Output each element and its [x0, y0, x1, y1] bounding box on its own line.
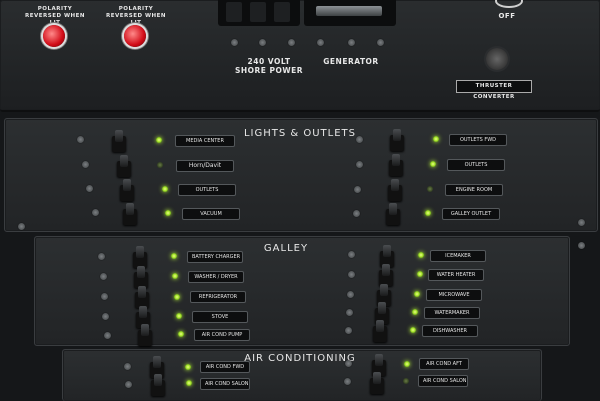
- breaker-media-center[interactable]: [112, 130, 126, 152]
- label-air-cond-pump: AIR COND PUMP: [194, 329, 250, 341]
- led-outlets: [162, 186, 168, 192]
- led-air-cond-pump: [178, 331, 184, 337]
- polarity-lamp-right: [124, 25, 146, 47]
- polarity-label-right: POLARITY REVERSED WHEN LIT: [106, 6, 166, 26]
- breaker-air-cond-salon-left[interactable]: [151, 374, 165, 396]
- led-battery-charger: [171, 253, 177, 259]
- led-watermaker: [412, 309, 418, 315]
- breaker-engine-room[interactable]: [388, 179, 402, 201]
- led-galley-outlet: [425, 210, 431, 216]
- breaker-air-cond-salon-right[interactable]: [370, 372, 384, 394]
- led-stove: [176, 313, 182, 319]
- galley-title: GALLEY: [263, 243, 309, 254]
- thruster-knob[interactable]: [486, 48, 508, 70]
- breaker-outlets-fwd[interactable]: [390, 129, 404, 151]
- label-dishwasher: DISHWASHER: [422, 325, 478, 337]
- led-air-cond-salon-left: [186, 380, 192, 386]
- led-vacuum: [165, 210, 171, 216]
- label-water-heater: WATER HEATER: [428, 269, 484, 281]
- breaker-air-cond-pump[interactable]: [138, 324, 152, 346]
- led-outlets-right: [430, 161, 436, 167]
- label-stove: STOVE: [192, 311, 248, 323]
- label-media-center: MEDIA CENTER: [175, 135, 235, 147]
- breaker-galley-outlet[interactable]: [386, 203, 400, 225]
- breaker-outlets-right[interactable]: [389, 154, 403, 176]
- led-media-center: [156, 137, 162, 143]
- label-vacuum: VACUUM: [182, 208, 240, 220]
- led-air-cond-fwd: [185, 364, 191, 370]
- label-outlets-right: OUTLETS: [447, 159, 505, 171]
- label-watermaker: WATERMAKER: [424, 307, 480, 319]
- shore-power-label: 240 VOLT SHORE POWER: [234, 57, 304, 75]
- led-microwave: [414, 291, 420, 297]
- led-washer-dryer: [172, 273, 178, 279]
- label-refrigerator: REFRIGERATOR: [190, 291, 246, 303]
- label-outlets-fwd: OUTLETS FWD: [449, 134, 507, 146]
- generator-label: GENERATOR: [323, 57, 379, 66]
- led-water-heater: [417, 271, 423, 277]
- label-air-cond-salon-right: AIR COND SALON: [418, 375, 468, 387]
- label-horn-davit: Horn/Davit: [176, 160, 234, 172]
- label-engine-room: ENGINE ROOM: [445, 184, 503, 196]
- label-air-cond-fwd: AIR COND FWD: [200, 361, 250, 373]
- thruster-label: THRUSTER CONVERTER: [456, 80, 532, 100]
- label-washer-dryer: WASHER / DRYER: [188, 271, 244, 283]
- shore-power-breakers[interactable]: [218, 0, 300, 26]
- lights-outlets-title: LIGHTS & OUTLETS: [243, 128, 357, 139]
- breaker-outlets[interactable]: [120, 179, 134, 201]
- polarity-label-left: POLARITY REVERSED WHEN LIT: [25, 6, 85, 26]
- led-refrigerator: [174, 294, 180, 300]
- label-battery-charger: BATTERY CHARGER: [187, 251, 243, 263]
- led-engine-room: [427, 186, 433, 192]
- breaker-dishwasher[interactable]: [373, 320, 387, 342]
- breaker-vacuum[interactable]: [123, 203, 137, 225]
- led-air-cond-salon-right: [403, 378, 409, 384]
- label-microwave: MICROWAVE: [426, 289, 482, 301]
- led-air-cond-aft: [404, 361, 410, 367]
- led-icemaker: [418, 252, 424, 258]
- label-galley-outlet: GALLEY OUTLET: [442, 208, 500, 220]
- label-icemaker: ICEMAKER: [430, 250, 486, 262]
- led-horn-davit: [157, 162, 163, 168]
- led-outlets-fwd: [433, 136, 439, 142]
- generator-breakers[interactable]: [304, 0, 396, 26]
- label-air-cond-salon-left: AIR COND SALON: [200, 378, 250, 390]
- off-label: OFF: [498, 12, 516, 20]
- led-dishwasher: [410, 327, 416, 333]
- label-air-cond-aft: AIR COND AFT: [419, 358, 469, 370]
- polarity-lamp-left: [43, 25, 65, 47]
- breaker-horn-davit[interactable]: [117, 155, 131, 177]
- label-outlets: OUTLETS: [178, 184, 236, 196]
